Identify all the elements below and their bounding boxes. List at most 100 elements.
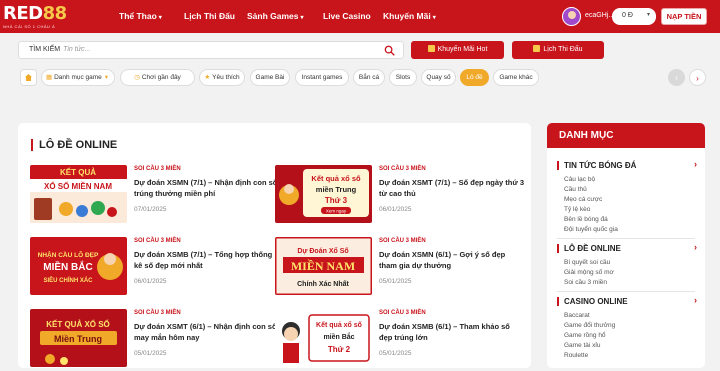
article-card[interactable]: Kết quả xổ số miền Bắc Thứ 2 SOI CẦU 3 M…: [275, 309, 515, 371]
chip-recent[interactable]: ◷ Chơi gần đây: [120, 69, 195, 86]
chip-game-khac[interactable]: Game khác: [493, 69, 539, 86]
article-title[interactable]: Dự đoán XSMT (7/1) – Số đẹp ngày thứ 3 t…: [379, 177, 525, 199]
search-icon[interactable]: [384, 45, 395, 56]
article-title[interactable]: Dự đoán XSMN (6/1) – Gợi ý số đẹp tham g…: [379, 249, 525, 271]
schedule-button[interactable]: Lịch Thi Đấu: [512, 41, 604, 59]
sidebar-title: DANH MỤC: [547, 123, 705, 148]
article-thumbnail[interactable]: Kết quả xổ số miền Bắc Thứ 2: [275, 309, 372, 367]
article-category[interactable]: SOI CẦU 3 MIỀN: [134, 238, 181, 244]
thumb-text: MIỀN BẮC: [43, 260, 92, 273]
sidebar-section-football-news[interactable]: TIN TỨC BÓNG ĐÁ ›: [557, 159, 697, 170]
divider: [557, 238, 695, 239]
gift-icon: [427, 45, 435, 52]
thumb-text: Kết quả xổ số: [316, 321, 363, 329]
article-card[interactable]: Kết quả xổ số miền Trung Thứ 3 Xem ngay …: [275, 165, 524, 227]
sidebar-link[interactable]: Game tài xỉu: [564, 342, 601, 349]
article-thumbnail[interactable]: Dự Đoán Xổ Số MIỀN NAM Chính Xác Nhất: [275, 237, 372, 295]
article-card[interactable]: KẾT QUẢ XỔ SỐ MIỀN NAM SOI CẦU 3 MIỀN Dự…: [30, 165, 277, 227]
thumb-text: miền Bắc: [323, 332, 354, 341]
chevron-right-icon: ›: [694, 159, 697, 169]
chip-game-categories[interactable]: ▦ Danh mục game ▾: [41, 69, 115, 86]
sidebar-link[interactable]: Giải mộng số mơ: [564, 269, 614, 276]
chip-instant-games[interactable]: Instant games: [295, 69, 349, 86]
article-thumbnail[interactable]: KẾT QUẢ XỔ SỐ MIỀN NAM: [30, 165, 127, 223]
chip-lo-de[interactable]: Lô đề: [460, 69, 489, 86]
article-date: 05/01/2025: [134, 350, 167, 357]
sidebar-link[interactable]: Mẹo cá cược: [564, 196, 602, 203]
sidebar-link[interactable]: Cầu thủ: [564, 186, 587, 193]
article-date: 06/01/2025: [379, 206, 412, 213]
thumb-text: XỔ SỐ MIỀN NAM: [44, 181, 112, 191]
page-title: LÔ ĐỀ ONLINE: [31, 139, 117, 151]
article-thumbnail[interactable]: KẾT QUẢ XỔ SỐ Miền Trung: [30, 309, 127, 367]
article-card[interactable]: KẾT QUẢ XỔ SỐ Miền Trung SOI CẦU 3 MIỀN …: [30, 309, 277, 371]
thumb-text: Chính Xác Nhất: [297, 280, 349, 288]
article-title[interactable]: Dự đoán XSMB (6/1) – Tham khảo số đẹp tr…: [379, 321, 525, 343]
chip-ban-ca[interactable]: Bắn cá: [353, 69, 385, 86]
sidebar-link[interactable]: Bên lề bóng đá: [564, 216, 608, 223]
sidebar-link[interactable]: Game rồng hổ: [564, 332, 606, 339]
thumb-text: Kết quả xổ số: [311, 174, 361, 183]
article-card[interactable]: NHẬN CẦU LÔ ĐẸP MIỀN BẮC SIÊU CHÍNH XÁC …: [30, 237, 272, 299]
home-icon[interactable]: [20, 69, 37, 86]
search-placeholder: Tin tức...: [63, 46, 91, 53]
article-title[interactable]: Dự đoán XSMN (7/1) – Nhận định con số tr…: [134, 177, 280, 199]
article-category[interactable]: SOI CẦU 3 MIỀN: [134, 166, 181, 172]
article-thumbnail[interactable]: Kết quả xổ số miền Trung Thứ 3 Xem ngay: [275, 165, 372, 223]
article-thumbnail[interactable]: NHẬN CẦU LÔ ĐẸP MIỀN BẮC SIÊU CHÍNH XÁC: [30, 237, 127, 295]
nav-the-thao[interactable]: Thể Thao ▾: [119, 11, 162, 21]
article-category[interactable]: SOI CẦU 3 MIỀN: [379, 238, 426, 244]
sidebar-link[interactable]: Đội tuyển quốc gia: [564, 226, 618, 233]
article-category[interactable]: SOI CẦU 3 MIỀN: [379, 166, 426, 172]
brand-logo[interactable]: RED88 NHÀ CÁI SỐ 1 CHÂU Á: [3, 3, 91, 30]
thumb-text: SIÊU CHÍNH XÁC: [43, 276, 93, 284]
nav-sanh-games[interactable]: Sảnh Games ▾: [247, 11, 304, 21]
sidebar-section-casino[interactable]: CASINO ONLINE ›: [557, 295, 697, 306]
chevron-right-icon: ›: [694, 295, 697, 305]
hot-promo-button[interactable]: Khuyến Mãi Hot: [411, 41, 504, 59]
article-date: 05/01/2025: [379, 350, 412, 357]
chevron-right-icon: ›: [694, 242, 697, 252]
sidebar-link[interactable]: Tỷ lệ kèo: [564, 206, 590, 213]
sidebar-link[interactable]: Bí quyết soi cầu: [564, 259, 610, 266]
nav-khuyen-mai[interactable]: Khuyến Mãi ▾: [383, 11, 436, 21]
article-category[interactable]: SOI CẦU 3 MIỀN: [134, 310, 181, 316]
clock-icon: ◷: [134, 74, 140, 81]
main-content: LÔ ĐỀ ONLINE KẾT QUẢ XỔ SỐ MIỀN NAM SOI …: [18, 123, 531, 368]
thumb-text: KẾT QUẢ: [60, 167, 96, 177]
star-icon: ★: [204, 74, 211, 81]
chip-favorites[interactable]: ★ Yêu thích: [199, 69, 245, 86]
article-title[interactable]: Dự đoán XSMT (6/1) – Nhận định con số ma…: [134, 321, 280, 343]
divider: [557, 291, 695, 292]
nav-live-casino[interactable]: Live Casino: [323, 11, 371, 21]
chevron-down-icon: ▾: [158, 15, 162, 21]
user-name[interactable]: ecaGHj...: [585, 12, 614, 19]
chip-slots[interactable]: Slots: [389, 69, 417, 86]
nav-lich-thi-dau[interactable]: Lịch Thi Đấu: [184, 11, 235, 21]
balance-dropdown[interactable]: 0 Đ ▾: [612, 8, 656, 25]
deposit-button[interactable]: NẠP TIỀN: [661, 8, 707, 25]
sidebar-link[interactable]: Game đổi thưởng: [564, 322, 615, 329]
chevron-down-icon: ▾: [646, 12, 650, 18]
thumb-text: Miền Trung: [54, 334, 102, 344]
sidebar-link[interactable]: Soi cầu 3 miền: [564, 279, 607, 286]
article-category[interactable]: SOI CẦU 3 MIỀN: [379, 310, 426, 316]
sidebar-link[interactable]: Câu lạc bộ: [564, 176, 595, 183]
avatar[interactable]: [562, 7, 581, 26]
article-date: 05/01/2025: [379, 278, 412, 285]
next-arrow-icon[interactable]: ›: [689, 69, 706, 86]
search-label: TÌM KIẾM: [29, 46, 61, 53]
prev-arrow-icon[interactable]: ‹: [668, 69, 685, 86]
thumb-text: Thứ 3: [325, 196, 348, 205]
article-card[interactable]: Dự Đoán Xổ Số MIỀN NAM Chính Xác Nhất SO…: [275, 237, 515, 299]
article-title[interactable]: Dự đoán XSMB (7/1) – Tổng hợp thống kê s…: [134, 249, 280, 271]
sidebar-section-lo-de[interactable]: LÔ ĐỀ ONLINE ›: [557, 242, 697, 253]
thumb-text: Dự Đoán Xổ Số: [297, 247, 349, 255]
thumb-text: miền Trung: [316, 185, 357, 194]
category-sidebar: DANH MỤC TIN TỨC BÓNG ĐÁ › Câu lạc bộ Cầu…: [547, 123, 705, 368]
chip-game-bai[interactable]: Game Bài: [250, 69, 290, 86]
search-input[interactable]: TÌM KIẾM Tin tức...: [18, 41, 404, 59]
chip-quay-so[interactable]: Quay số: [421, 69, 456, 86]
sidebar-link[interactable]: Roulette: [564, 352, 588, 359]
sidebar-link[interactable]: Baccarat: [564, 312, 590, 319]
